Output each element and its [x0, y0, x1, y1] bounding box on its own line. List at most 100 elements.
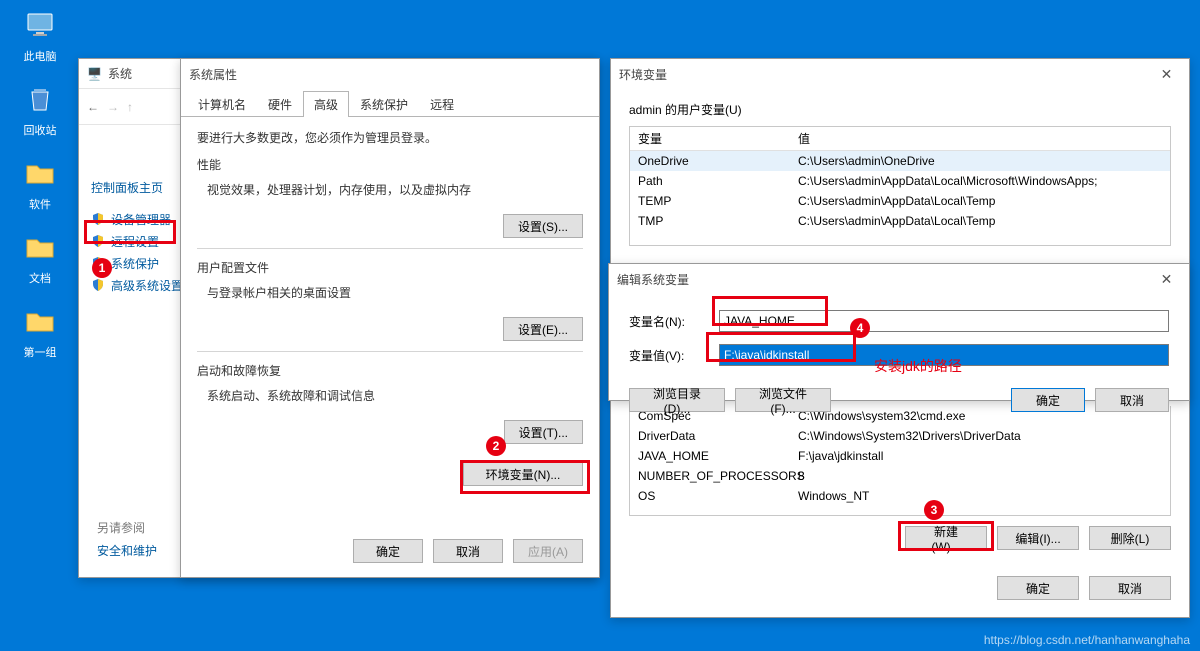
cancel-button[interactable]: 取消	[1095, 388, 1169, 412]
desktop-icon-label: 第一组	[10, 344, 70, 360]
variable-name-label: 变量名(N):	[629, 313, 719, 330]
forward-icon[interactable]: →	[107, 100, 119, 114]
group-title: 性能	[197, 156, 583, 173]
settings-e-button[interactable]: 设置(E)...	[503, 317, 583, 341]
settings-t-button[interactable]: 设置(T)...	[504, 420, 583, 444]
dialog-footer: 浏览目录(D)... 浏览文件(F)... 确定 取消	[609, 388, 1189, 422]
table-row[interactable]: DriverDataC:\Windows\System32\Drivers\Dr…	[630, 426, 1170, 446]
browse-directory-button[interactable]: 浏览目录(D)...	[629, 388, 725, 412]
recycle-icon	[22, 82, 58, 118]
divider	[197, 351, 583, 352]
variable-name-input[interactable]	[719, 310, 1169, 332]
shield-icon	[91, 278, 105, 292]
table-row[interactable]: TMPC:\Users\admin\AppData\Local\Temp	[630, 211, 1170, 231]
new-button[interactable]: 新建(W)...	[905, 526, 987, 550]
titlebar[interactable]: 环境变量 ✕	[611, 59, 1189, 89]
folder-icon	[22, 304, 58, 340]
dialog-footer: 确定 取消	[611, 566, 1189, 610]
apply-button[interactable]: 应用(A)	[513, 539, 583, 563]
sidebar-item-label: 高级系统设置	[111, 277, 183, 294]
cancel-button[interactable]: 取消	[1089, 576, 1171, 600]
window-title: 环境变量	[619, 66, 667, 83]
performance-group: 性能 视觉效果，处理器计划，内存使用，以及虚拟内存 设置(S)...	[197, 156, 583, 238]
titlebar[interactable]: 系统属性	[181, 59, 599, 89]
delete-button[interactable]: 删除(L)	[1089, 526, 1171, 550]
monitor-icon	[22, 8, 58, 44]
settings-s-button[interactable]: 设置(S)...	[503, 214, 583, 238]
tab-remote[interactable]: 远程	[419, 91, 465, 117]
table-row[interactable]: OneDriveC:\Users\admin\OneDrive	[630, 151, 1170, 171]
desktop-icon-recycle-bin[interactable]: 回收站	[10, 82, 70, 138]
admin-note: 要进行大多数更改，您必须作为管理员登录。	[197, 129, 583, 146]
table-row[interactable]: TEMPC:\Users\admin\AppData\Local\Temp	[630, 191, 1170, 211]
browse-file-button[interactable]: 浏览文件(F)...	[735, 388, 831, 412]
ok-button[interactable]: 确定	[1011, 388, 1085, 412]
user-vars-table[interactable]: 变量 值 OneDriveC:\Users\admin\OneDrive Pat…	[629, 126, 1171, 246]
folder-icon	[22, 230, 58, 266]
annotation-badge-2: 2	[486, 436, 506, 456]
window-title: 编辑系统变量	[617, 271, 689, 288]
tab-computer-name[interactable]: 计算机名	[187, 91, 257, 117]
group-title: 启动和故障恢复	[197, 362, 583, 379]
col-variable: 变量	[630, 127, 790, 150]
table-row[interactable]: JAVA_HOMEF:\java\jdkinstall	[630, 446, 1170, 466]
desktop-icon-folder-group1[interactable]: 第一组	[10, 304, 70, 360]
environment-variables-button[interactable]: 环境变量(N)...	[463, 462, 583, 486]
window-icon: 🖥️	[87, 67, 102, 81]
startup-recovery-group: 启动和故障恢复 系统启动、系统故障和调试信息 设置(T)...	[197, 362, 583, 444]
dialog-footer: 确定 取消 应用(A)	[353, 539, 583, 563]
system-vars-table[interactable]: ComSpecC:\Windows\system32\cmd.exe Drive…	[629, 406, 1171, 516]
footer-heading: 另请参阅	[97, 519, 157, 536]
tab-hardware[interactable]: 硬件	[257, 91, 303, 117]
user-profile-group: 用户配置文件 与登录帐户相关的桌面设置 设置(E)...	[197, 259, 583, 341]
desktop-icon-label: 此电脑	[10, 48, 70, 64]
up-icon[interactable]: ↑	[127, 100, 133, 114]
tab-system-protection[interactable]: 系统保护	[349, 91, 419, 117]
system-vars-buttons: 新建(W)... 编辑(I)... 删除(L)	[629, 526, 1171, 550]
user-vars-heading: admin 的用户变量(U)	[629, 101, 1171, 118]
system-properties-dialog: 系统属性 计算机名 硬件 高级 系统保护 远程 要进行大多数更改，您必须作为管理…	[180, 58, 600, 578]
back-icon[interactable]: ←	[87, 100, 99, 114]
sidebar-footer: 另请参阅 安全和维护	[97, 513, 157, 559]
annotation-badge-4: 4	[850, 318, 870, 338]
sidebar-item-label: 设备管理器	[111, 211, 171, 228]
folder-icon	[22, 156, 58, 192]
close-icon[interactable]: ✕	[1144, 264, 1189, 294]
annotation-badge-1: 1	[92, 258, 112, 278]
desktop-icon-folder-docs[interactable]: 文档	[10, 230, 70, 286]
tab-advanced[interactable]: 高级	[303, 91, 349, 117]
group-desc: 视觉效果，处理器计划，内存使用，以及虚拟内存	[207, 181, 583, 198]
window-title: 系统	[108, 65, 132, 82]
window-title: 系统属性	[189, 66, 237, 83]
group-title: 用户配置文件	[197, 259, 583, 276]
desktop-icon-folder-software[interactable]: 软件	[10, 156, 70, 212]
table-row[interactable]: PathC:\Users\admin\AppData\Local\Microso…	[630, 171, 1170, 191]
desktop-icon-label: 软件	[10, 196, 70, 212]
group-desc: 系统启动、系统故障和调试信息	[207, 387, 583, 404]
variable-name-row: 变量名(N):	[629, 310, 1169, 332]
col-value: 值	[790, 127, 1170, 150]
desktop-icon-label: 文档	[10, 270, 70, 286]
shield-icon	[91, 212, 105, 226]
table-header: 变量 值	[630, 127, 1170, 151]
edit-system-variable-dialog: 编辑系统变量 ✕ 变量名(N): 变量值(V): 浏览目录(D)... 浏览文件…	[608, 263, 1190, 401]
ok-button[interactable]: 确定	[353, 539, 423, 563]
annotation-text: 安装jdk的路径	[874, 356, 962, 376]
variable-value-label: 变量值(V):	[629, 347, 719, 364]
sidebar-item-label: 远程设置	[111, 233, 159, 250]
edit-button[interactable]: 编辑(I)...	[997, 526, 1079, 550]
sidebar-item-label: 系统保护	[111, 255, 159, 272]
close-icon[interactable]: ✕	[1144, 59, 1189, 89]
shield-icon	[91, 234, 105, 248]
desktop-icon-label: 回收站	[10, 122, 70, 138]
ok-button[interactable]: 确定	[997, 576, 1079, 600]
divider	[197, 248, 583, 249]
footer-link-security[interactable]: 安全和维护	[97, 542, 157, 559]
watermark: https://blog.csdn.net/hanhanwanghaha	[984, 633, 1190, 647]
desktop-icon-this-pc[interactable]: 此电脑	[10, 8, 70, 64]
table-row[interactable]: NUMBER_OF_PROCESSORS8	[630, 466, 1170, 486]
titlebar[interactable]: 编辑系统变量 ✕	[609, 264, 1189, 294]
tab-bar: 计算机名 硬件 高级 系统保护 远程	[181, 89, 599, 117]
table-row[interactable]: OSWindows_NT	[630, 486, 1170, 506]
cancel-button[interactable]: 取消	[433, 539, 503, 563]
